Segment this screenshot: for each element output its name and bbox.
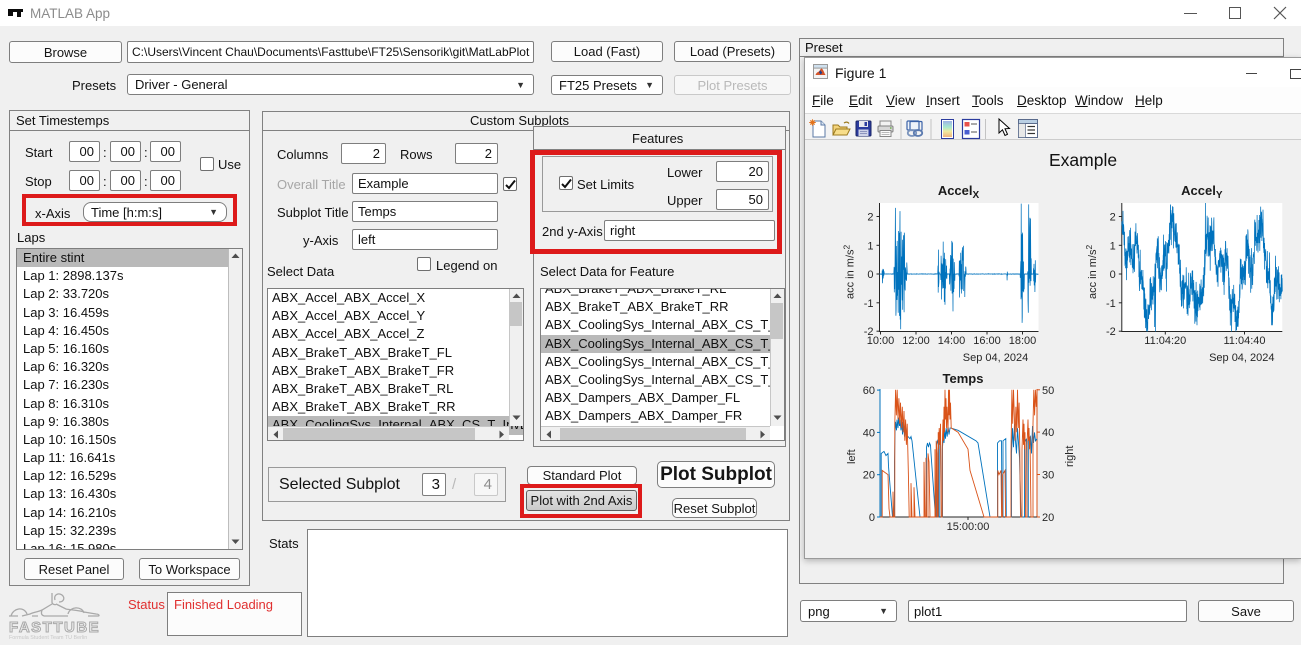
svg-text:50: 50 — [1042, 385, 1054, 397]
svg-text:1: 1 — [1110, 240, 1116, 252]
svg-text:acc in m/s2: acc in m/s2 — [1084, 244, 1099, 299]
svg-text:15:00:00: 15:00:00 — [947, 521, 990, 533]
svg-text:20: 20 — [1042, 512, 1054, 524]
svg-text:40: 40 — [863, 427, 875, 439]
svg-text:60: 60 — [863, 385, 875, 397]
svg-text:-1: -1 — [1106, 298, 1116, 310]
svg-text:2: 2 — [867, 212, 873, 224]
svg-text:Sep 04, 2024: Sep 04, 2024 — [1209, 352, 1274, 364]
svg-text:18:00: 18:00 — [1009, 335, 1037, 347]
svg-text:2: 2 — [1110, 212, 1116, 224]
svg-text:-2: -2 — [864, 326, 874, 338]
svg-text:acc in m/s2: acc in m/s2 — [842, 244, 857, 299]
svg-text:AccelY: AccelY — [1181, 183, 1223, 201]
svg-text:right: right — [1064, 446, 1076, 467]
svg-text:11:04:40: 11:04:40 — [1223, 335, 1265, 347]
svg-text:-1: -1 — [864, 298, 874, 310]
svg-text:20: 20 — [863, 470, 875, 482]
svg-text:0: 0 — [867, 269, 873, 281]
svg-text:-2: -2 — [1106, 326, 1116, 338]
svg-text:left: left — [846, 449, 858, 464]
svg-text:AccelX: AccelX — [938, 183, 980, 201]
svg-text:40: 40 — [1042, 427, 1054, 439]
svg-text:0: 0 — [869, 512, 875, 524]
svg-text:Sep 04, 2024: Sep 04, 2024 — [963, 352, 1028, 364]
svg-text:Formula Student Team TU Berlin: Formula Student Team TU Berlin — [9, 635, 87, 641]
svg-text:16:00: 16:00 — [973, 335, 1001, 347]
svg-text:14:00: 14:00 — [938, 335, 966, 347]
svg-text:11:04:20: 11:04:20 — [1144, 335, 1186, 347]
svg-text:30: 30 — [1042, 470, 1054, 482]
svg-text:0: 0 — [1110, 269, 1116, 281]
svg-text:FASTTUBE: FASTTUBE — [9, 619, 100, 636]
svg-text:Temps: Temps — [943, 371, 984, 386]
svg-text:1: 1 — [867, 240, 873, 252]
svg-text:12:00: 12:00 — [902, 335, 930, 347]
